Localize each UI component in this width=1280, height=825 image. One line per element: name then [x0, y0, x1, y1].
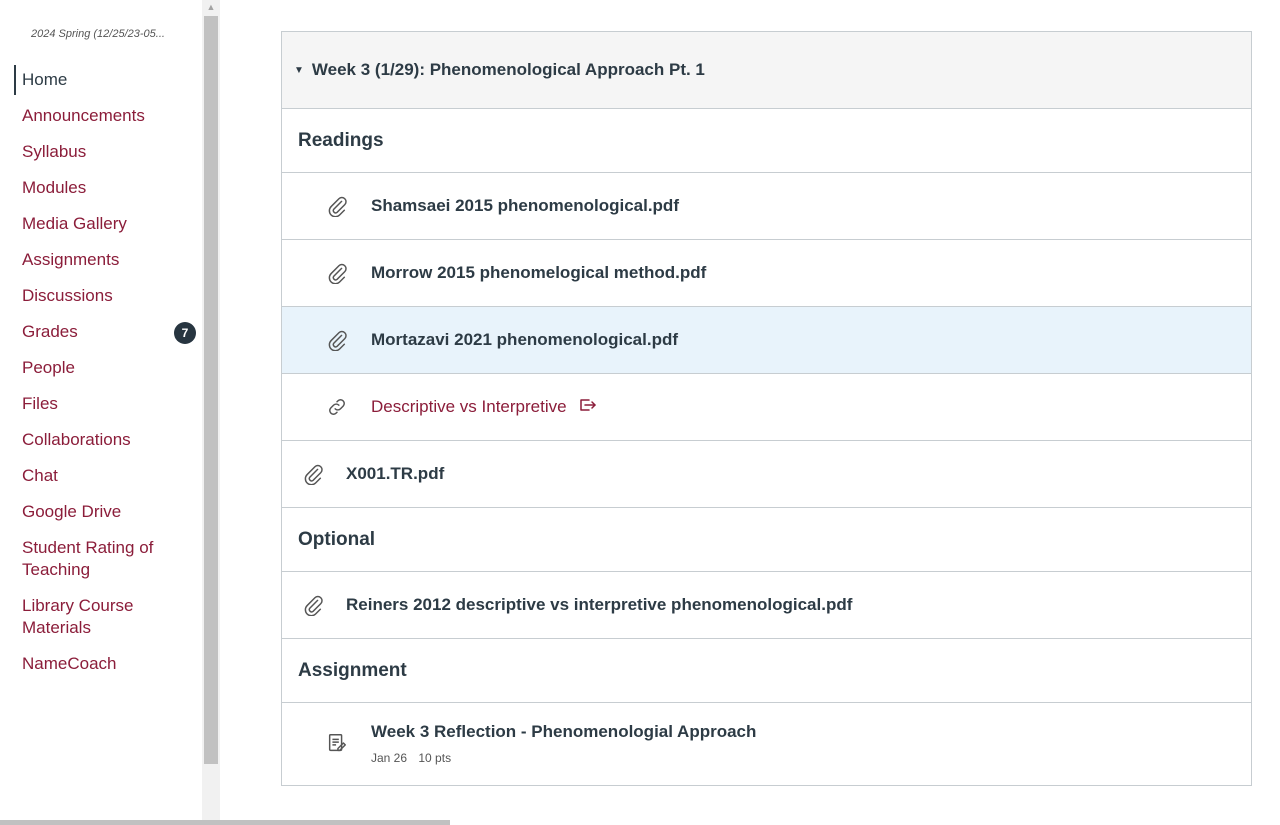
link-icon — [326, 396, 348, 418]
nav-item-label: Library Course Materials — [22, 596, 134, 637]
nav-item-chat[interactable]: Chat — [0, 458, 202, 494]
module-panel: ▼ Week 3 (1/29): Phenomenological Approa… — [281, 31, 1252, 786]
nav-item-modules[interactable]: Modules — [0, 170, 202, 206]
nav-item-label: Announcements — [22, 106, 145, 125]
nav-list: Home Announcements Syllabus Modules Medi… — [0, 62, 202, 682]
nav-item-label: Media Gallery — [22, 214, 127, 233]
nav-item-syllabus[interactable]: Syllabus — [0, 134, 202, 170]
section-header-assignment: Assignment — [282, 639, 1251, 703]
nav-item-label: Student Rating of Teaching — [22, 538, 154, 579]
section-title: Readings — [298, 129, 384, 151]
item-title: Shamsaei 2015 phenomenological.pdf — [371, 196, 679, 215]
assignment-meta: Jan 26 10 pts — [371, 751, 451, 765]
nav-item-grades[interactable]: Grades 7 — [0, 314, 202, 350]
nav-item-files[interactable]: Files — [0, 386, 202, 422]
module-header[interactable]: ▼ Week 3 (1/29): Phenomenological Approa… — [282, 32, 1251, 109]
item-title: Morrow 2015 phenomelogical method.pdf — [371, 263, 707, 282]
nav-item-label: Syllabus — [22, 142, 87, 161]
paperclip-icon — [326, 329, 348, 352]
nav-item-label: Google Drive — [22, 502, 122, 521]
nav-item-student-rating[interactable]: Student Rating of Teaching — [0, 530, 182, 588]
nav-item-library-course-materials[interactable]: Library Course Materials — [0, 588, 162, 646]
collapse-caret-icon: ▼ — [294, 64, 304, 76]
course-term: 2024 Spring (12/25/23-05... — [31, 28, 165, 40]
nav-item-label: NameCoach — [22, 654, 117, 673]
paperclip-icon — [326, 195, 348, 218]
nav-item-label: People — [22, 358, 75, 377]
paperclip-icon — [326, 262, 348, 285]
item-title: Reiners 2012 descriptive vs interpretive… — [346, 595, 853, 614]
item-title: Mortazavi 2021 phenomenological.pdf — [371, 330, 679, 349]
scroll-up-arrow-icon[interactable]: ▲ — [202, 0, 220, 16]
section-title: Assignment — [298, 659, 407, 681]
nav-item-people[interactable]: People — [0, 350, 202, 386]
module-item-shamsaei[interactable]: Shamsaei 2015 phenomenological.pdf — [282, 173, 1251, 240]
module-item-reiners[interactable]: Reiners 2012 descriptive vs interpretive… — [282, 572, 1251, 639]
scroll-thumb[interactable] — [204, 16, 218, 764]
assignment-title: Week 3 Reflection - Phenomenologial Appr… — [371, 722, 757, 741]
nav-item-label: Files — [22, 394, 58, 413]
module-title: Week 3 (1/29): Phenomenological Approach… — [311, 60, 705, 79]
module-item-descriptive-link[interactable]: Descriptive vs Interpretive — [282, 374, 1251, 441]
grades-count-badge: 7 — [174, 322, 196, 344]
section-title: Optional — [298, 528, 376, 550]
external-link-icon — [579, 397, 597, 417]
nav-item-home[interactable]: Home — [0, 62, 202, 98]
module-item-morrow[interactable]: Morrow 2015 phenomelogical method.pdf — [282, 240, 1251, 307]
nav-item-label: Collaborations — [22, 430, 131, 449]
paperclip-icon — [302, 594, 324, 617]
module-item-x001[interactable]: X001.TR.pdf — [282, 441, 1251, 508]
section-header-readings: Readings — [282, 109, 1251, 173]
paperclip-icon — [302, 463, 324, 486]
nav-item-namecoach[interactable]: NameCoach — [0, 646, 202, 682]
item-title: X001.TR.pdf — [346, 464, 445, 483]
horizontal-scrollbar[interactable] — [0, 820, 450, 825]
nav-scrollbar[interactable]: ▲ — [202, 0, 220, 825]
nav-item-label: Chat — [22, 466, 58, 485]
nav-item-google-drive[interactable]: Google Drive — [0, 494, 202, 530]
module-item-mortazavi[interactable]: Mortazavi 2021 phenomenological.pdf — [282, 307, 1251, 374]
nav-item-media-gallery[interactable]: Media Gallery — [0, 206, 202, 242]
nav-item-label: Assignments — [22, 250, 120, 269]
nav-item-label: Home — [22, 70, 68, 89]
nav-item-label: Discussions — [22, 286, 113, 305]
item-title: Descriptive vs Interpretive — [371, 396, 567, 416]
nav-item-label: Modules — [22, 178, 87, 197]
nav-item-assignments[interactable]: Assignments — [0, 242, 202, 278]
nav-item-announcements[interactable]: Announcements — [0, 98, 202, 134]
assignment-icon — [326, 732, 348, 754]
points: 10 pts — [418, 751, 452, 765]
nav-item-label: Grades — [22, 322, 78, 341]
due-date: Jan 26 — [371, 751, 408, 765]
course-navigation: 2024 Spring (12/25/23-05... Home Announc… — [0, 0, 202, 825]
module-item-assignment[interactable]: Week 3 Reflection - Phenomenologial Appr… — [282, 703, 1251, 783]
nav-item-discussions[interactable]: Discussions — [0, 278, 202, 314]
external-link-text[interactable]: Descriptive vs Interpretive — [371, 397, 597, 418]
section-header-optional: Optional — [282, 508, 1251, 572]
nav-item-collaborations[interactable]: Collaborations — [0, 422, 202, 458]
